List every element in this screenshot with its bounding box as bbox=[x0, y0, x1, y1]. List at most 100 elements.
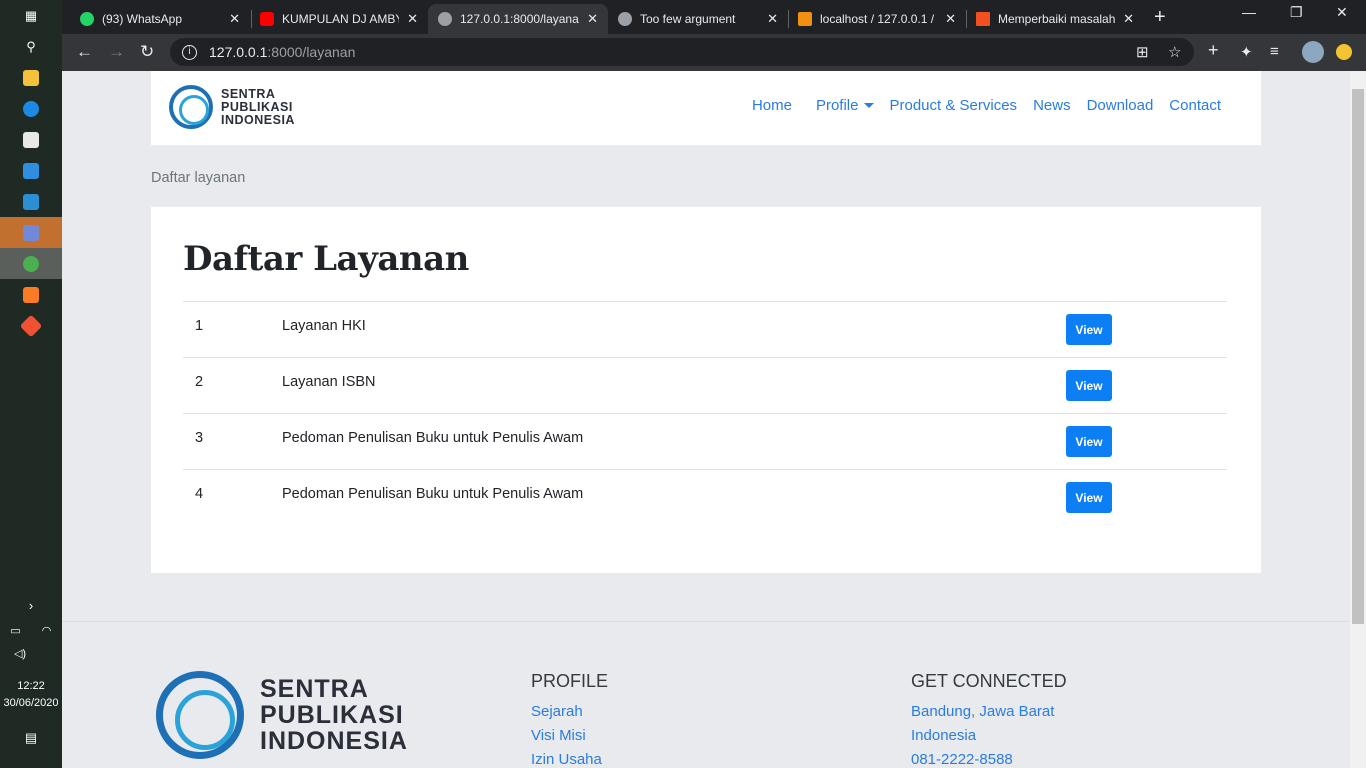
nav-news[interactable]: News bbox=[1033, 97, 1071, 114]
tab-title: Too few argument bbox=[640, 12, 736, 26]
minimize-button[interactable]: — bbox=[1242, 4, 1256, 20]
tab-phpmyadmin[interactable]: localhost / 127.0.0.1 / ✕ bbox=[788, 4, 966, 34]
back-button[interactable]: ← bbox=[76, 42, 93, 62]
site-info-icon[interactable]: i bbox=[182, 44, 197, 60]
close-icon[interactable]: ✕ bbox=[1123, 11, 1134, 27]
row-name: Layanan ISBN bbox=[282, 374, 376, 390]
profile-avatar[interactable] bbox=[1302, 41, 1324, 63]
taskbar-edge[interactable] bbox=[0, 93, 62, 124]
windows-logo-icon: ▦ bbox=[24, 7, 38, 23]
row-number: 3 bbox=[195, 430, 204, 446]
windows-taskbar: ▦ ⚲ › ▭ ◠ ◁) 12:22 30/06/2020 ▤ bbox=[0, 0, 62, 768]
address-bar[interactable]: i 127.0.0.1:8000/layanan bbox=[170, 38, 1194, 66]
services-card: Daftar Layanan 1 Layanan HKI View 2 Laya… bbox=[151, 207, 1261, 573]
taskbar-store[interactable] bbox=[0, 124, 62, 155]
globe-icon bbox=[438, 12, 452, 26]
start-button[interactable]: ▦ bbox=[0, 0, 62, 31]
close-icon[interactable]: ✕ bbox=[767, 11, 778, 27]
tab-youtube[interactable]: KUMPULAN DJ AMBY ✕ bbox=[250, 4, 428, 34]
footer-divider bbox=[62, 621, 1350, 622]
tab-microsoft[interactable]: Memperbaiki masalah ✕ bbox=[966, 4, 1144, 34]
search-button[interactable]: ⚲ bbox=[0, 31, 62, 62]
forward-button[interactable]: → bbox=[108, 42, 125, 62]
browser-toolbar: ← → ↻ i 127.0.0.1:8000/layanan ⊞ ☆ + ✦ ≡ bbox=[62, 34, 1366, 71]
url-path: :8000/layanan bbox=[267, 44, 356, 60]
reload-button[interactable]: ↻ bbox=[140, 42, 154, 62]
new-tab-button[interactable]: + bbox=[1154, 6, 1166, 29]
notification-icon: ▤ bbox=[24, 729, 38, 745]
view-button[interactable]: View bbox=[1066, 370, 1112, 401]
add-icon[interactable]: + bbox=[1208, 40, 1219, 61]
table-row: 4 Pedoman Penulisan Buku untuk Penulis A… bbox=[183, 469, 1227, 525]
breadcrumb: Daftar layanan bbox=[151, 170, 246, 186]
row-name: Pedoman Penulisan Buku untuk Penulis Awa… bbox=[282, 430, 584, 446]
translate-icon[interactable]: ⊞ bbox=[1136, 43, 1149, 61]
extensions-icon[interactable]: ✦ bbox=[1240, 43, 1253, 61]
footer-logo-line-2: PUBLIKASI bbox=[260, 701, 404, 729]
close-icon[interactable]: ✕ bbox=[945, 11, 956, 27]
folder-icon bbox=[23, 69, 39, 86]
nav-product-services[interactable]: Product & Services bbox=[890, 97, 1018, 114]
restore-button[interactable]: ❐ bbox=[1290, 4, 1303, 21]
git-icon bbox=[19, 314, 43, 337]
tab-whatsapp[interactable]: (93) WhatsApp ✕ bbox=[70, 4, 250, 34]
edge-icon bbox=[23, 100, 39, 117]
footer-connect-column: GET CONNECTED Bandung, Jawa Barat Indone… bbox=[911, 671, 1067, 768]
taskbar-mail[interactable] bbox=[0, 155, 62, 186]
taskbar-vscode[interactable] bbox=[0, 186, 62, 217]
view-button[interactable]: View bbox=[1066, 314, 1112, 345]
mail-icon bbox=[23, 162, 39, 179]
footer-phone[interactable]: 081-2222-8588 bbox=[911, 748, 1067, 768]
footer-profile-column: PROFILE Sejarah Visi Misi Izin Usaha bbox=[531, 671, 608, 768]
tab-title: (93) WhatsApp bbox=[102, 12, 183, 26]
taskbar-xampp[interactable] bbox=[0, 279, 62, 310]
footer-link-izin-usaha[interactable]: Izin Usaha bbox=[531, 748, 608, 768]
volume-indicator[interactable]: ◁) bbox=[0, 638, 40, 669]
taskbar-git[interactable] bbox=[0, 310, 62, 341]
tab-layanan[interactable]: 127.0.0.1:8000/layanan ✕ bbox=[428, 4, 608, 34]
footer-address-country[interactable]: Indonesia bbox=[911, 724, 1067, 748]
view-button[interactable]: View bbox=[1066, 482, 1112, 513]
tab-too-few-arguments[interactable]: Too few argument ✕ bbox=[608, 4, 788, 34]
footer-link-visi-misi[interactable]: Visi Misi bbox=[531, 724, 608, 748]
logo-emblem bbox=[169, 85, 213, 129]
tab-title: 127.0.0.1:8000/layanan bbox=[460, 12, 580, 26]
footer-connect-title: GET CONNECTED bbox=[911, 671, 1067, 691]
row-number: 1 bbox=[195, 318, 204, 334]
clock-date[interactable]: 30/06/2020 bbox=[0, 696, 62, 711]
footer-link-sejarah[interactable]: Sejarah bbox=[531, 700, 608, 724]
page-viewport: SENTRA PUBLIKASI INDONESIA Home Profile … bbox=[62, 71, 1350, 768]
clock-time[interactable]: 12:22 bbox=[0, 679, 62, 694]
view-button[interactable]: View bbox=[1066, 426, 1112, 457]
table-row: 2 Layanan ISBN View bbox=[183, 357, 1227, 413]
tab-title: Memperbaiki masalah bbox=[998, 12, 1116, 26]
logo-wordmark: SENTRA PUBLIKASI INDONESIA bbox=[221, 86, 295, 127]
page-scrollbar[interactable] bbox=[1350, 71, 1366, 768]
taskbar-chrome[interactable] bbox=[0, 248, 62, 279]
row-name: Pedoman Penulisan Buku untuk Penulis Awa… bbox=[282, 486, 584, 502]
footer-address-city[interactable]: Bandung, Jawa Barat bbox=[911, 700, 1067, 724]
close-icon[interactable]: ✕ bbox=[407, 11, 418, 27]
taskbar-file-explorer[interactable] bbox=[0, 62, 62, 93]
nav-profile[interactable]: Profile bbox=[816, 97, 874, 114]
site-logo[interactable]: SENTRA PUBLIKASI INDONESIA bbox=[169, 85, 295, 129]
youtube-icon bbox=[260, 12, 274, 26]
close-icon[interactable]: ✕ bbox=[229, 11, 240, 27]
logo-line-3: INDONESIA bbox=[221, 112, 295, 127]
taskbar-discord[interactable] bbox=[0, 217, 62, 248]
logo-line-1: SENTRA bbox=[221, 86, 276, 101]
action-center-button[interactable]: ▤ bbox=[0, 722, 62, 753]
speaker-icon: ◁) bbox=[13, 648, 27, 660]
bookmark-star-icon[interactable]: ☆ bbox=[1168, 43, 1181, 61]
close-icon[interactable]: ✕ bbox=[587, 11, 598, 27]
nav-home[interactable]: Home bbox=[752, 97, 792, 114]
row-name: Layanan HKI bbox=[282, 318, 366, 334]
close-window-button[interactable]: ✕ bbox=[1336, 4, 1348, 21]
nav-download[interactable]: Download bbox=[1087, 97, 1154, 114]
battery-icon: ▭ bbox=[10, 625, 21, 637]
scrollbar-thumb[interactable] bbox=[1352, 89, 1364, 624]
media-control-icon[interactable]: ≡ bbox=[1270, 43, 1279, 60]
page-title: Daftar Layanan bbox=[183, 239, 469, 279]
nav-contact[interactable]: Contact bbox=[1169, 97, 1221, 114]
update-icon[interactable] bbox=[1336, 44, 1352, 60]
